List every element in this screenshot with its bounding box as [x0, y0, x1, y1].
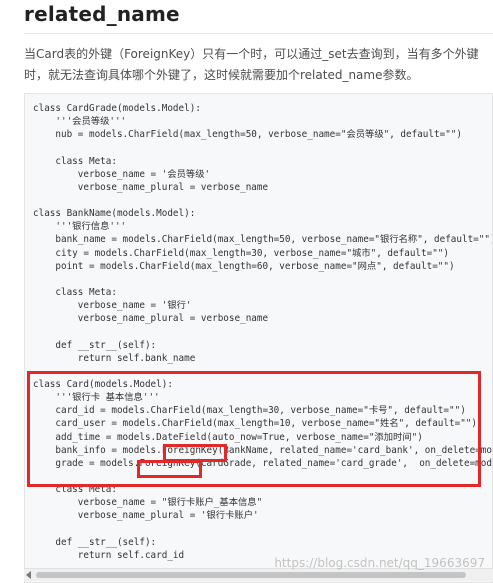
code-line: verbose_name_plural = '银行卡账户' — [33, 510, 259, 522]
code-line: add_time = models.DateField(auto_now=Tru… — [33, 431, 423, 443]
code-content: class CardGrade(models.Model): '''会员等级''… — [33, 102, 493, 562]
code-line: class CardGrade(models.Model): — [33, 103, 201, 114]
code-line: verbose_name_plural = verbose_name — [33, 181, 269, 193]
code-line: '''银行卡 基本信息''' — [33, 392, 160, 404]
code-line: grade = models.ForeignKey(CardGrade, rel… — [55, 457, 492, 469]
code-line: card_id = models.CharField(max_length=30… — [33, 405, 466, 417]
code-line: bank_info = models.ForeignKey(BankName, … — [55, 444, 492, 456]
intro-line-1: 当Card表的外键（ForeignKey）只有一个时，可以通过_set去查询到，… — [24, 47, 479, 61]
scroll-left-icon[interactable] — [26, 571, 31, 579]
code-line: verbose_name = '银行' — [33, 300, 192, 312]
code-line: card_user = models.CharField(max_length=… — [33, 418, 477, 430]
code-line: class Meta: — [33, 155, 117, 167]
code-line: class Card(models.Model): — [33, 378, 173, 390]
code-line: verbose_name = "银行卡账户_基本信息" — [33, 497, 263, 509]
watermark: https://blog.csdn.net/qq_19663697 — [274, 556, 485, 570]
code-block[interactable]: class CardGrade(models.Model): '''会员等级''… — [24, 93, 493, 583]
code-line: point = models.CharField(max_length=60, … — [33, 260, 455, 272]
article-title: related_name — [24, 2, 180, 26]
code-line: nub = models.CharField(max_length=50, ve… — [33, 129, 462, 141]
code-line: '''会员等级''' — [33, 116, 127, 128]
code-line: class Meta: — [33, 484, 117, 496]
code-line: verbose_name_plural = verbose_name — [33, 313, 269, 325]
code-line: def __str__(self): — [33, 339, 157, 351]
code-line: class BankName(models.Model): — [33, 208, 196, 220]
code-line: class Meta: — [33, 286, 117, 298]
scroll-thumb[interactable] — [36, 572, 466, 578]
code-line: city = models.CharField(max_length=30, v… — [33, 247, 449, 259]
code-line: '''银行信息''' — [33, 221, 127, 233]
intro-line-2: 时，就无法查询具体哪个外键了，这时候就需要加个related_name参数。 — [24, 68, 419, 82]
title-divider — [24, 33, 493, 34]
code-line: verbose_name = '会员等级' — [33, 168, 211, 180]
code-line: def __str__(self): — [33, 536, 157, 548]
code-line: bank_name = models.CharField(max_length=… — [33, 234, 493, 246]
article-intro: 当Card表的外键（ForeignKey）只有一个时，可以通过_set去查询到，… — [24, 44, 490, 86]
code-line: return self.bank_name — [33, 352, 196, 364]
